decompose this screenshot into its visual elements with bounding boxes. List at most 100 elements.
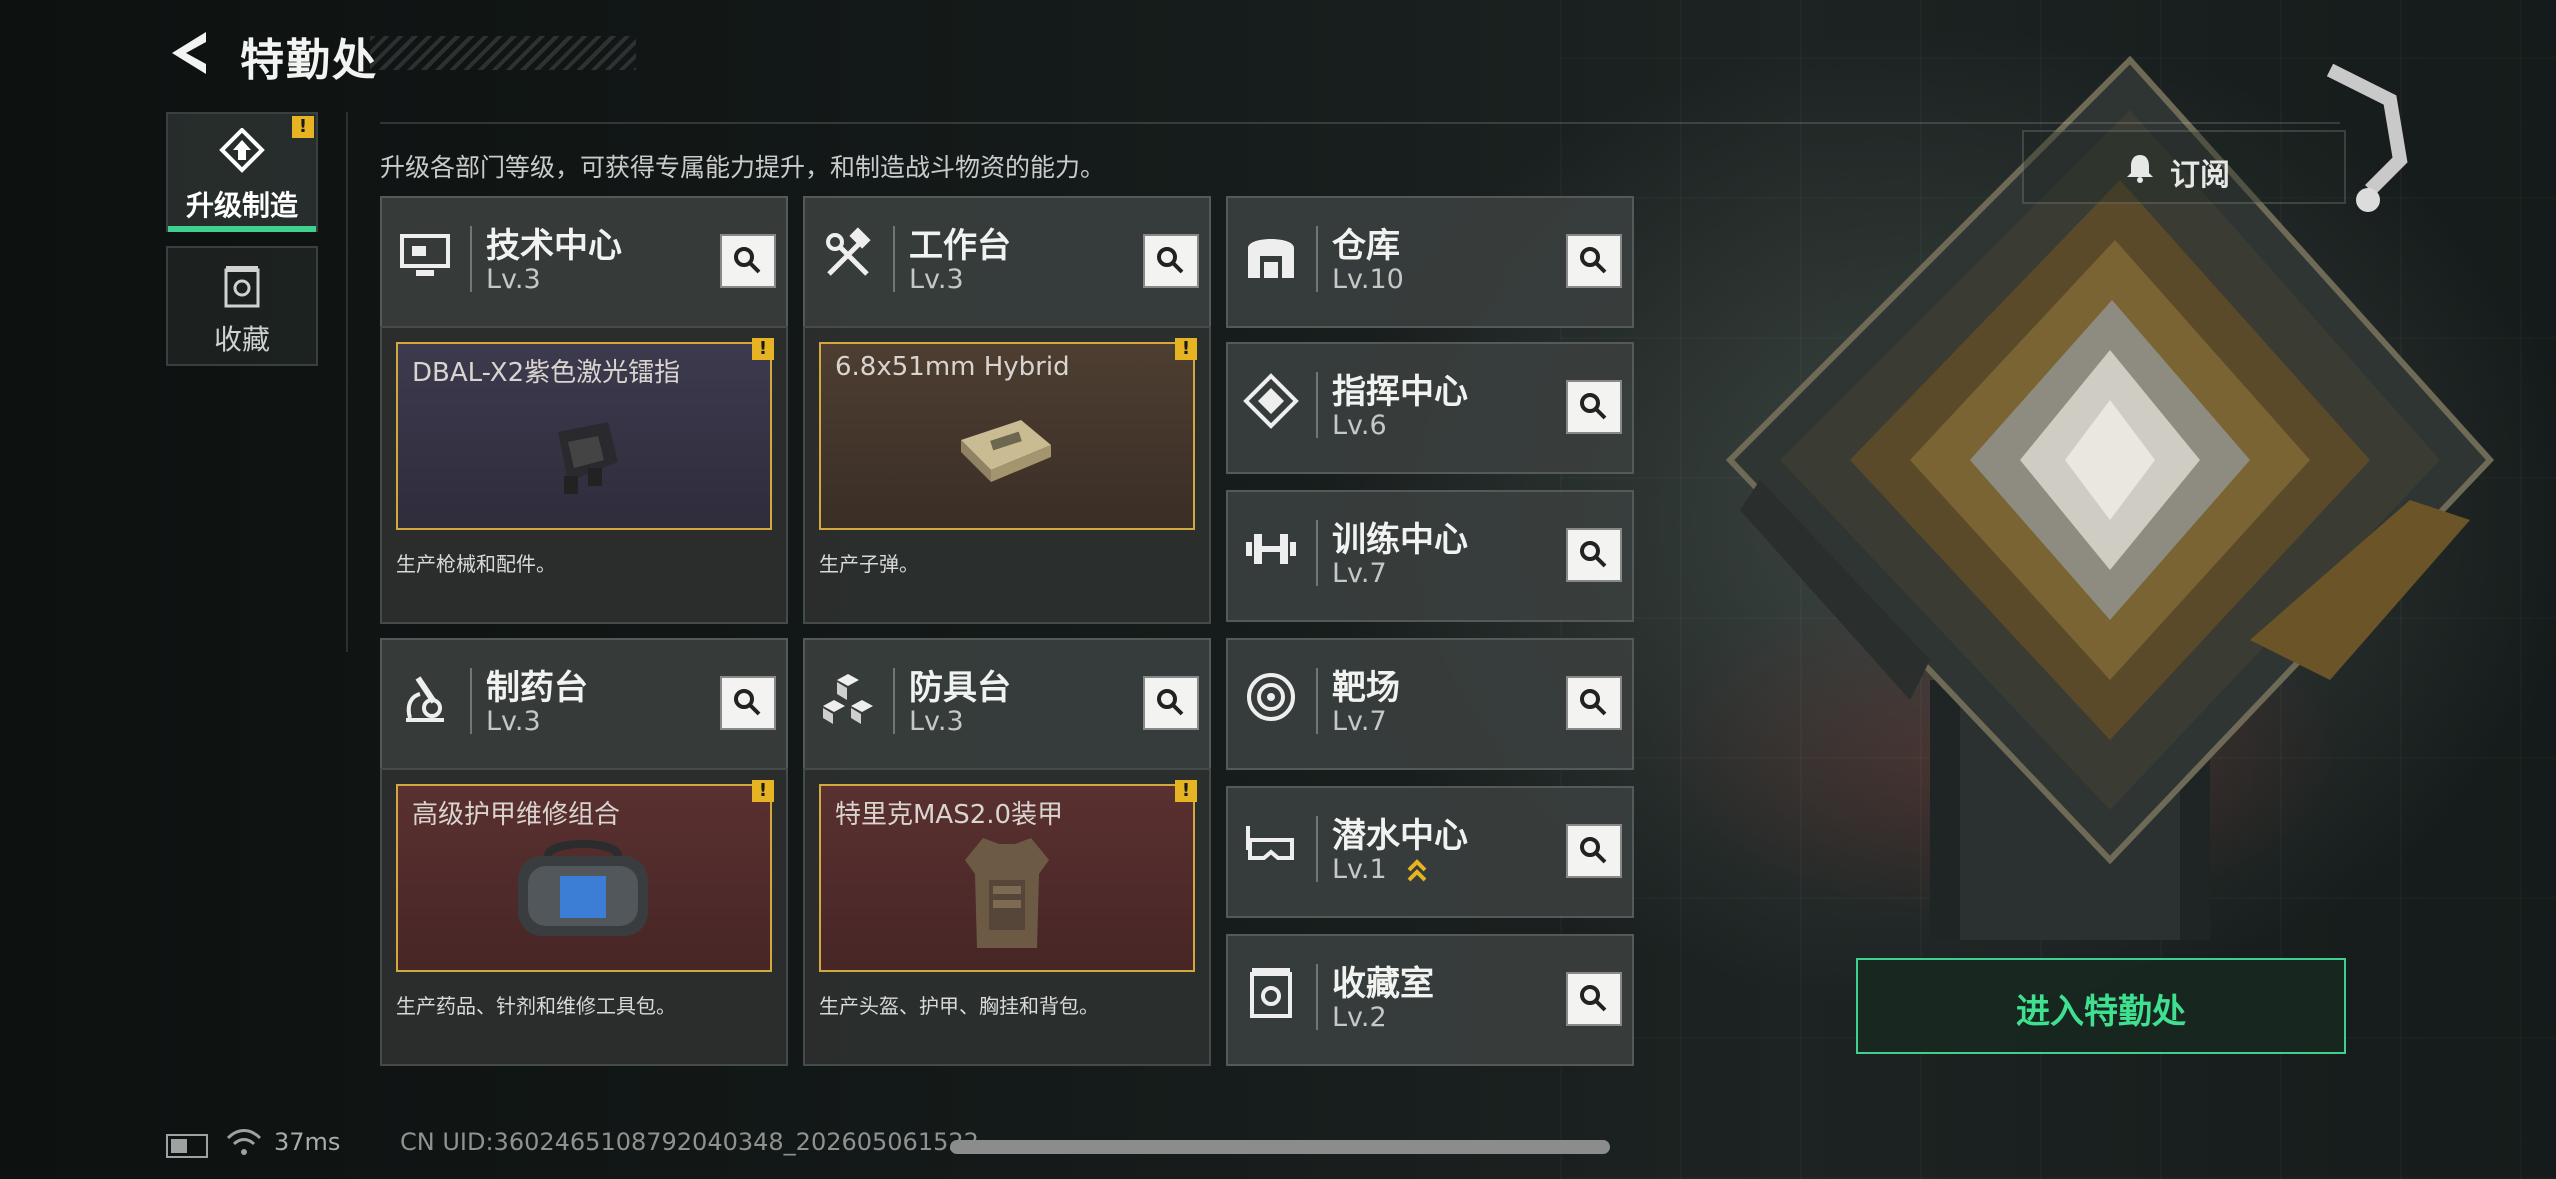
search-button[interactable] bbox=[1143, 234, 1199, 288]
item-name: 高级护甲维修组合 bbox=[412, 800, 621, 830]
facility-name: 收藏室 bbox=[1332, 964, 1434, 1004]
target-icon bbox=[1247, 673, 1295, 721]
repair-kit-bag-image bbox=[518, 840, 648, 936]
search-button[interactable] bbox=[1566, 528, 1622, 582]
battery-icon bbox=[166, 1134, 208, 1158]
workshop-production-pharmacy[interactable]: 高级护甲维修组合 ! 生产药品、针剂和维修工具包。 bbox=[380, 768, 788, 1066]
tab-upgrade-craft-label: 升级制造 bbox=[185, 189, 298, 222]
separator bbox=[1316, 226, 1318, 292]
workshop-card-tech-center[interactable]: 技术中心 Lv.3 bbox=[380, 196, 788, 328]
divider bbox=[380, 122, 2340, 124]
workshop-card-workbench[interactable]: 工作台 Lv.3 bbox=[803, 196, 1211, 328]
search-button[interactable] bbox=[1566, 380, 1622, 434]
ammo-box-image bbox=[961, 420, 1051, 482]
separator bbox=[470, 668, 472, 734]
search-icon bbox=[1580, 689, 1607, 716]
active-tab-indicator bbox=[168, 226, 316, 232]
workshop-production-tech-center[interactable]: DBAL-X2紫色激光镭指 ! 生产枪械和配件。 bbox=[380, 326, 788, 624]
production-item-slot[interactable]: 特里克MAS2.0装甲 bbox=[819, 784, 1195, 972]
workshop-name: 工作台 bbox=[909, 226, 1011, 266]
item-name: DBAL-X2紫色激光镭指 bbox=[412, 358, 681, 388]
facility-card-diving-center[interactable]: 潜水中心 Lv.1 bbox=[1226, 786, 1634, 918]
facility-card-training-center[interactable]: 训练中心 Lv.7 bbox=[1226, 490, 1634, 622]
search-icon bbox=[1580, 393, 1607, 420]
warehouse-icon bbox=[1248, 239, 1294, 278]
facility-card-shooting-range[interactable]: 靶场 Lv.7 bbox=[1226, 638, 1634, 770]
body-armor-image bbox=[965, 838, 1049, 948]
workshop-description: 生产枪械和配件。 bbox=[396, 552, 556, 576]
divider bbox=[346, 112, 348, 652]
tab-upgrade-craft[interactable]: 升级制造 ! bbox=[166, 112, 318, 232]
search-button[interactable] bbox=[1566, 234, 1622, 288]
workshop-production-workbench[interactable]: 6.8x51mm Hybrid ! 生产子弹。 bbox=[803, 326, 1211, 624]
workshop-production-armor-bench[interactable]: 特里克MAS2.0装甲 ! 生产头盔、护甲、胸挂和背包。 bbox=[803, 768, 1211, 1066]
upgrade-icon bbox=[219, 128, 265, 173]
subscribe-button[interactable]: 订阅 bbox=[2022, 130, 2346, 204]
computer-icon bbox=[400, 234, 450, 276]
ping-value: 37ms bbox=[274, 1128, 341, 1156]
search-icon bbox=[734, 247, 761, 274]
facility-name: 训练中心 bbox=[1332, 520, 1468, 560]
facility-card-warehouse[interactable]: 仓库 Lv.10 bbox=[1226, 196, 1634, 328]
dumbbell-icon bbox=[1246, 534, 1296, 564]
workshop-level: Lv.3 bbox=[486, 264, 541, 295]
search-button[interactable] bbox=[1143, 676, 1199, 730]
microscope-icon bbox=[406, 676, 444, 722]
collection-icon bbox=[224, 266, 260, 308]
separator bbox=[1316, 372, 1318, 438]
alert-badge: ! bbox=[1175, 780, 1197, 802]
upgrade-chevron-icon bbox=[1407, 859, 1427, 882]
alert-badge: ! bbox=[752, 780, 774, 802]
search-button[interactable] bbox=[720, 676, 776, 730]
search-icon bbox=[1157, 689, 1184, 716]
search-button[interactable] bbox=[1566, 824, 1622, 878]
tab-collection[interactable]: 收藏 bbox=[166, 246, 318, 366]
workshop-level: Lv.3 bbox=[909, 264, 964, 295]
workshop-description: 生产药品、针剂和维修工具包。 bbox=[396, 994, 676, 1018]
search-button[interactable] bbox=[1566, 676, 1622, 730]
laser-device-image bbox=[558, 422, 618, 494]
facility-card-collection-room[interactable]: 收藏室 Lv.2 bbox=[1226, 934, 1634, 1066]
production-item-slot[interactable]: DBAL-X2紫色激光镭指 bbox=[396, 342, 772, 530]
collection-icon bbox=[1250, 968, 1292, 1018]
separator bbox=[1316, 520, 1318, 586]
production-item-slot[interactable]: 6.8x51mm Hybrid bbox=[819, 342, 1195, 530]
bell-icon bbox=[2127, 155, 2153, 183]
search-icon bbox=[1580, 985, 1607, 1012]
separator bbox=[893, 668, 895, 734]
facility-name: 仓库 bbox=[1332, 226, 1400, 266]
facility-name: 靶场 bbox=[1332, 668, 1400, 708]
workshop-name: 技术中心 bbox=[486, 226, 622, 266]
facility-name: 指挥中心 bbox=[1332, 372, 1468, 412]
workshop-level: Lv.3 bbox=[909, 706, 964, 737]
chip-icon bbox=[1243, 373, 1299, 429]
alert-badge: ! bbox=[292, 116, 314, 138]
separator bbox=[1316, 668, 1318, 734]
facility-level: Lv.6 bbox=[1332, 410, 1387, 441]
enter-headquarters-button[interactable]: 进入特勤处 bbox=[1856, 958, 2346, 1054]
hammer-wrench-icon bbox=[826, 227, 871, 276]
title-decoration bbox=[370, 36, 636, 70]
tab-collection-label: 收藏 bbox=[213, 323, 270, 356]
page-description: 升级各部门等级，可获得专属能力提升，和制造战斗物资的能力。 bbox=[380, 153, 1106, 182]
workshop-name: 防具台 bbox=[909, 668, 1011, 708]
alert-badge: ! bbox=[1175, 338, 1197, 360]
facility-level: Lv.10 bbox=[1332, 264, 1404, 295]
search-icon bbox=[1580, 541, 1607, 568]
search-icon bbox=[1580, 247, 1607, 274]
separator bbox=[470, 226, 472, 292]
search-icon bbox=[1157, 247, 1184, 274]
production-item-slot[interactable]: 高级护甲维修组合 bbox=[396, 784, 772, 972]
workshop-card-pharmacy[interactable]: 制药台 Lv.3 bbox=[380, 638, 788, 770]
user-uid: CN UID:3602465108792040348_202605061522 bbox=[400, 1128, 979, 1156]
subscribe-label: 订阅 bbox=[2170, 158, 2230, 193]
search-icon bbox=[1580, 837, 1607, 864]
search-button[interactable] bbox=[1566, 972, 1622, 1026]
workshop-card-armor-bench[interactable]: 防具台 Lv.3 bbox=[803, 638, 1211, 770]
home-indicator-bar[interactable] bbox=[950, 1140, 1610, 1154]
facility-card-command-center[interactable]: 指挥中心 Lv.6 bbox=[1226, 342, 1634, 474]
facility-level: Lv.2 bbox=[1332, 1002, 1387, 1033]
back-arrow-icon[interactable] bbox=[166, 28, 212, 78]
separator bbox=[1316, 964, 1318, 1030]
search-button[interactable] bbox=[720, 234, 776, 288]
